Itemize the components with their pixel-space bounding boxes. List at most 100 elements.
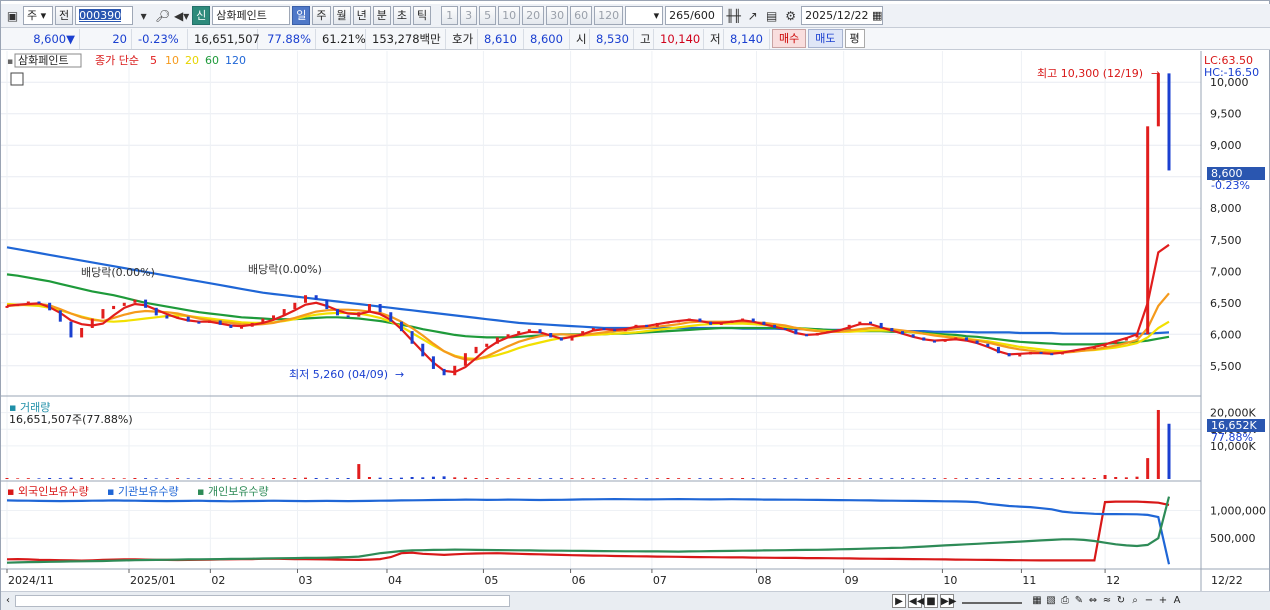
interval-1-button[interactable]: 1 [441, 6, 459, 25]
interval-10-button[interactable]: 10 [498, 6, 521, 25]
interval-3-button[interactable]: 3 [460, 6, 478, 25]
price-change: 20 [82, 28, 132, 49]
candle [346, 315, 350, 318]
candle [869, 321, 873, 324]
interval-20-button[interactable]: 20 [522, 6, 545, 25]
period-monthly-button[interactable]: 월 [332, 6, 351, 25]
layout-icon[interactable]: ▦ [1030, 594, 1044, 608]
refresh-icon[interactable]: ↻ [1114, 594, 1128, 608]
date-input[interactable]: 2025/12/22 ▦ [801, 6, 884, 25]
candle [16, 304, 20, 307]
average-button[interactable]: 평 [844, 29, 865, 48]
period-tick-button[interactable]: 틱 [413, 6, 432, 25]
window-icon[interactable]: ▣ [4, 6, 21, 25]
volume-bar [378, 477, 382, 479]
candle [282, 309, 286, 316]
candle [879, 322, 883, 328]
interval-select[interactable]: ▾ [625, 6, 664, 25]
legend-ma10: 10 [165, 54, 179, 67]
fast-forward-icon[interactable]: ▶▶ [940, 594, 956, 608]
legend-ma60: 60 [205, 54, 219, 67]
candle [559, 337, 563, 341]
stock-code-input[interactable]: 000390 [75, 6, 134, 25]
buy-button[interactable]: 매수 [772, 29, 807, 48]
candle [805, 334, 809, 337]
stop-icon[interactable]: ■ [924, 594, 938, 608]
volume-bar [623, 478, 627, 479]
holding-lines [6, 496, 1171, 565]
volume-bar [911, 478, 915, 479]
font-size-icon[interactable]: A [1170, 594, 1184, 608]
period-weekly-button[interactable]: 주 [312, 6, 331, 25]
candle [154, 307, 158, 316]
speaker-icon[interactable]: ◀▾ [173, 6, 190, 25]
search-icon[interactable]: 🔎︎ [154, 6, 171, 25]
price-tick-label: 10,000 [1210, 76, 1249, 89]
period-yearly-button[interactable]: 년 [352, 6, 371, 25]
interval-120-button[interactable]: 120 [594, 6, 624, 25]
chart-canvas[interactable]: ▪ 삼화페인트 종가 단순 5 10 20 60 120 LC:63.50 HC… [1, 51, 1270, 591]
more-icon[interactable]: ≈ [1100, 594, 1114, 608]
print-icon[interactable]: ⎙ [1058, 594, 1072, 608]
gear-icon[interactable]: ⚙ [782, 6, 799, 25]
period-second-button[interactable]: 초 [392, 6, 411, 25]
scroll-left-icon[interactable]: ‹ [1, 594, 15, 608]
time-tick-label: 02 [211, 574, 225, 587]
interval-60-button[interactable]: 60 [570, 6, 593, 25]
chart-scrollbar[interactable]: ‹ ▶ ◀◀ ■ ▶▶ ▦ ▧ ⎙ ✎ ⇔ ≈ ↻ ⌕ − + A [1, 591, 1270, 610]
candle [943, 339, 947, 342]
interval-30-button[interactable]: 30 [546, 6, 569, 25]
period-minute-button[interactable]: 분 [372, 6, 391, 25]
candle-icon[interactable]: ╫╫ [725, 6, 742, 25]
price-tick-label: 9,000 [1210, 139, 1242, 152]
sell-button[interactable]: 매도 [808, 29, 843, 48]
count-field[interactable]: 265/600 [665, 6, 724, 25]
new-listing-badge: 신 [192, 6, 211, 25]
volume-bar [303, 477, 307, 479]
candle [421, 343, 425, 357]
volume-bar [645, 478, 649, 479]
candle [602, 327, 606, 330]
volume-bar [101, 478, 105, 479]
candle [655, 322, 659, 327]
market-select[interactable]: 주 ▾ [23, 6, 53, 25]
volume-bar [527, 478, 531, 479]
volume-bar [208, 478, 212, 479]
time-tick-label: 04 [388, 574, 402, 587]
quote-bar: 8,600▼ 20 -0.23% 16,651,507 77.88% 61.21… [1, 28, 1270, 50]
time-tick-label: 06 [572, 574, 586, 587]
volume-bar [837, 478, 841, 479]
save-icon[interactable]: ▤ [763, 6, 780, 25]
scroll-track[interactable] [15, 595, 510, 607]
turnover-ratio: 61.21% [318, 28, 366, 49]
prev-button[interactable]: 전 [55, 6, 74, 25]
fit-icon[interactable]: ⇔ [1086, 594, 1100, 608]
low-arrow-icon: → [395, 368, 404, 381]
candle [367, 304, 371, 313]
candle [730, 320, 734, 323]
rewind-icon[interactable]: ◀◀ [908, 594, 924, 608]
volume-bar [1007, 478, 1011, 479]
volume-bar [1039, 478, 1043, 479]
candle [687, 318, 691, 321]
candle [1060, 351, 1064, 355]
zoom-icon[interactable]: ⌕ [1128, 594, 1142, 608]
volume-bar [90, 478, 94, 479]
volume-bar [48, 478, 52, 479]
draw-tool-icon[interactable]: ↗ [744, 6, 761, 25]
compare-icon[interactable]: ▧ [1044, 594, 1058, 608]
interval-5-button[interactable]: 5 [479, 6, 497, 25]
zoom-out-icon[interactable]: − [1142, 594, 1156, 608]
zoom-slider[interactable] [962, 598, 1022, 604]
dropdown-icon[interactable]: ▾ [135, 6, 152, 25]
period-daily-button[interactable]: 일 [292, 6, 311, 25]
tool-icon[interactable]: ✎ [1072, 594, 1086, 608]
candle [410, 331, 414, 344]
holding-legend-institution: ▪ 기관보유수량 [107, 485, 179, 498]
volume-bar [399, 477, 403, 479]
candle [986, 343, 990, 347]
play-icon[interactable]: ▶ [892, 594, 906, 608]
data-table-icon[interactable] [10, 72, 24, 86]
candle [1146, 126, 1150, 335]
zoom-in-icon[interactable]: + [1156, 594, 1170, 608]
